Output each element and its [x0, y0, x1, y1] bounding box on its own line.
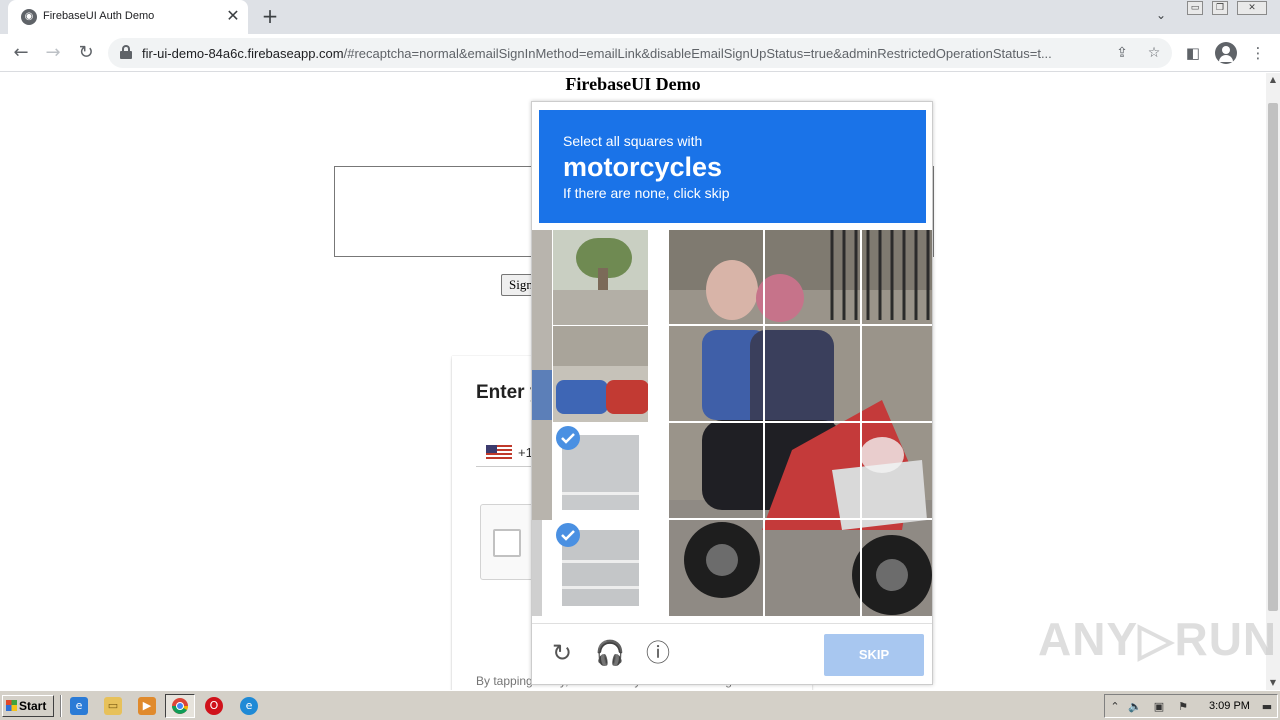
- anyrun-watermark: ANY▷RUN: [1038, 613, 1278, 665]
- show-desktop-icon[interactable]: ▬: [1259, 699, 1275, 715]
- tab-close-icon[interactable]: ✕: [224, 7, 242, 25]
- ie-icon[interactable]: e: [70, 697, 88, 715]
- browser-tab[interactable]: ◉ FirebaseUI Auth Demo ✕: [8, 0, 248, 34]
- page-title: FirebaseUI Demo: [565, 74, 701, 94]
- bookmark-star-icon[interactable]: ☆: [1144, 43, 1164, 63]
- tile-r3c2-selected[interactable]: [556, 426, 639, 510]
- edge-icon[interactable]: e: [240, 697, 258, 715]
- skip-button[interactable]: Skip: [824, 634, 924, 676]
- share-icon[interactable]: ⇪: [1112, 43, 1132, 63]
- side-panel-icon[interactable]: ◧: [1182, 42, 1204, 64]
- tray-expand-icon[interactable]: ⌃: [1107, 699, 1123, 715]
- scroll-up-icon[interactable]: ▲: [1266, 73, 1280, 87]
- media-player-icon[interactable]: ▶: [138, 697, 156, 715]
- restore-button[interactable]: ❐: [1212, 1, 1228, 15]
- url-path: /#recaptcha=normal&emailSignInMethod=ema…: [343, 46, 1052, 61]
- captcha-tiles: [532, 230, 932, 616]
- tile-r4c2-selected[interactable]: [556, 523, 639, 606]
- new-tab-button[interactable]: +: [259, 6, 281, 28]
- system-tray: ⌃ 🔈 ▣ ⚑ 3:09 PM ▬: [1104, 694, 1278, 718]
- window-close-button[interactable]: ✕: [1237, 1, 1267, 15]
- minimize-button[interactable]: ▭: [1187, 1, 1203, 15]
- page-viewport: FirebaseUI Demo reCAPTCHA mode: Normal E…: [0, 73, 1266, 690]
- opera-icon[interactable]: O: [205, 697, 223, 715]
- start-button[interactable]: Start: [2, 695, 54, 717]
- tile-left-strip[interactable]: [532, 230, 552, 616]
- url-text[interactable]: fir-ui-demo-84a6c.firebaseapp.com/#recap…: [142, 46, 1104, 61]
- chrome-icon: [172, 698, 189, 714]
- taskbar-separator: [60, 695, 62, 717]
- captcha-prompt: Select all squares with: [563, 133, 703, 149]
- browser-tab-strip: ◉ FirebaseUI Auth Demo ✕ + ⌄ ▭ ❐ ✕: [0, 0, 1280, 34]
- start-label: Start: [19, 699, 47, 713]
- clock[interactable]: 3:09 PM: [1209, 700, 1250, 712]
- tab-search-icon[interactable]: ⌄: [1152, 8, 1170, 26]
- recaptcha-checkbox[interactable]: [493, 529, 521, 557]
- menu-icon[interactable]: ⋮: [1247, 42, 1269, 64]
- captcha-keyword: motorcycles: [563, 152, 723, 182]
- scroll-down-icon[interactable]: ▼: [1266, 676, 1280, 690]
- back-button[interactable]: ←: [9, 41, 33, 65]
- page-scrollbar[interactable]: ▲ ▼: [1266, 73, 1280, 690]
- windows-logo-icon: [6, 700, 17, 711]
- us-flag-icon[interactable]: [486, 445, 512, 461]
- volume-icon[interactable]: 🔈: [1127, 699, 1143, 715]
- captcha-footer: ↻ 🎧 ⓘ Skip: [532, 623, 932, 685]
- chrome-taskbar-button[interactable]: [165, 694, 195, 718]
- lock-icon[interactable]: [120, 45, 132, 59]
- headphones-icon[interactable]: 🎧: [595, 638, 625, 668]
- tab-title: FirebaseUI Auth Demo: [43, 10, 155, 22]
- tile-r1c2[interactable]: [553, 230, 649, 325]
- taskbar: Start e ▭ ▶ O e ⌃ 🔈 ▣ ⚑ 3:09 PM ▬: [0, 690, 1280, 720]
- network-icon[interactable]: ▣: [1151, 699, 1167, 715]
- info-icon[interactable]: ⓘ: [643, 638, 673, 668]
- tile-r2c2[interactable]: [553, 326, 649, 422]
- captcha-image-grid: [532, 230, 932, 616]
- captcha-hint: If there are none, click skip: [563, 185, 730, 201]
- scroll-thumb[interactable]: [1268, 103, 1278, 611]
- captcha-header: Select all squares with motorcycles If t…: [539, 110, 926, 223]
- profile-avatar[interactable]: [1215, 42, 1237, 64]
- globe-icon: ◉: [21, 9, 37, 25]
- forward-button[interactable]: →: [41, 41, 65, 65]
- flag-icon[interactable]: ⚑: [1175, 699, 1191, 715]
- reload-button[interactable]: ↻: [74, 41, 98, 65]
- folder-icon[interactable]: ▭: [104, 697, 122, 715]
- url-domain: fir-ui-demo-84a6c.firebaseapp.com: [142, 46, 344, 61]
- captcha-reload-icon[interactable]: ↻: [547, 638, 577, 668]
- browser-toolbar: ← → ↻ fir-ui-demo-84a6c.firebaseapp.com/…: [0, 34, 1280, 72]
- captcha-challenge: Select all squares with motorcycles If t…: [531, 101, 933, 685]
- address-bar[interactable]: fir-ui-demo-84a6c.firebaseapp.com/#recap…: [108, 38, 1172, 68]
